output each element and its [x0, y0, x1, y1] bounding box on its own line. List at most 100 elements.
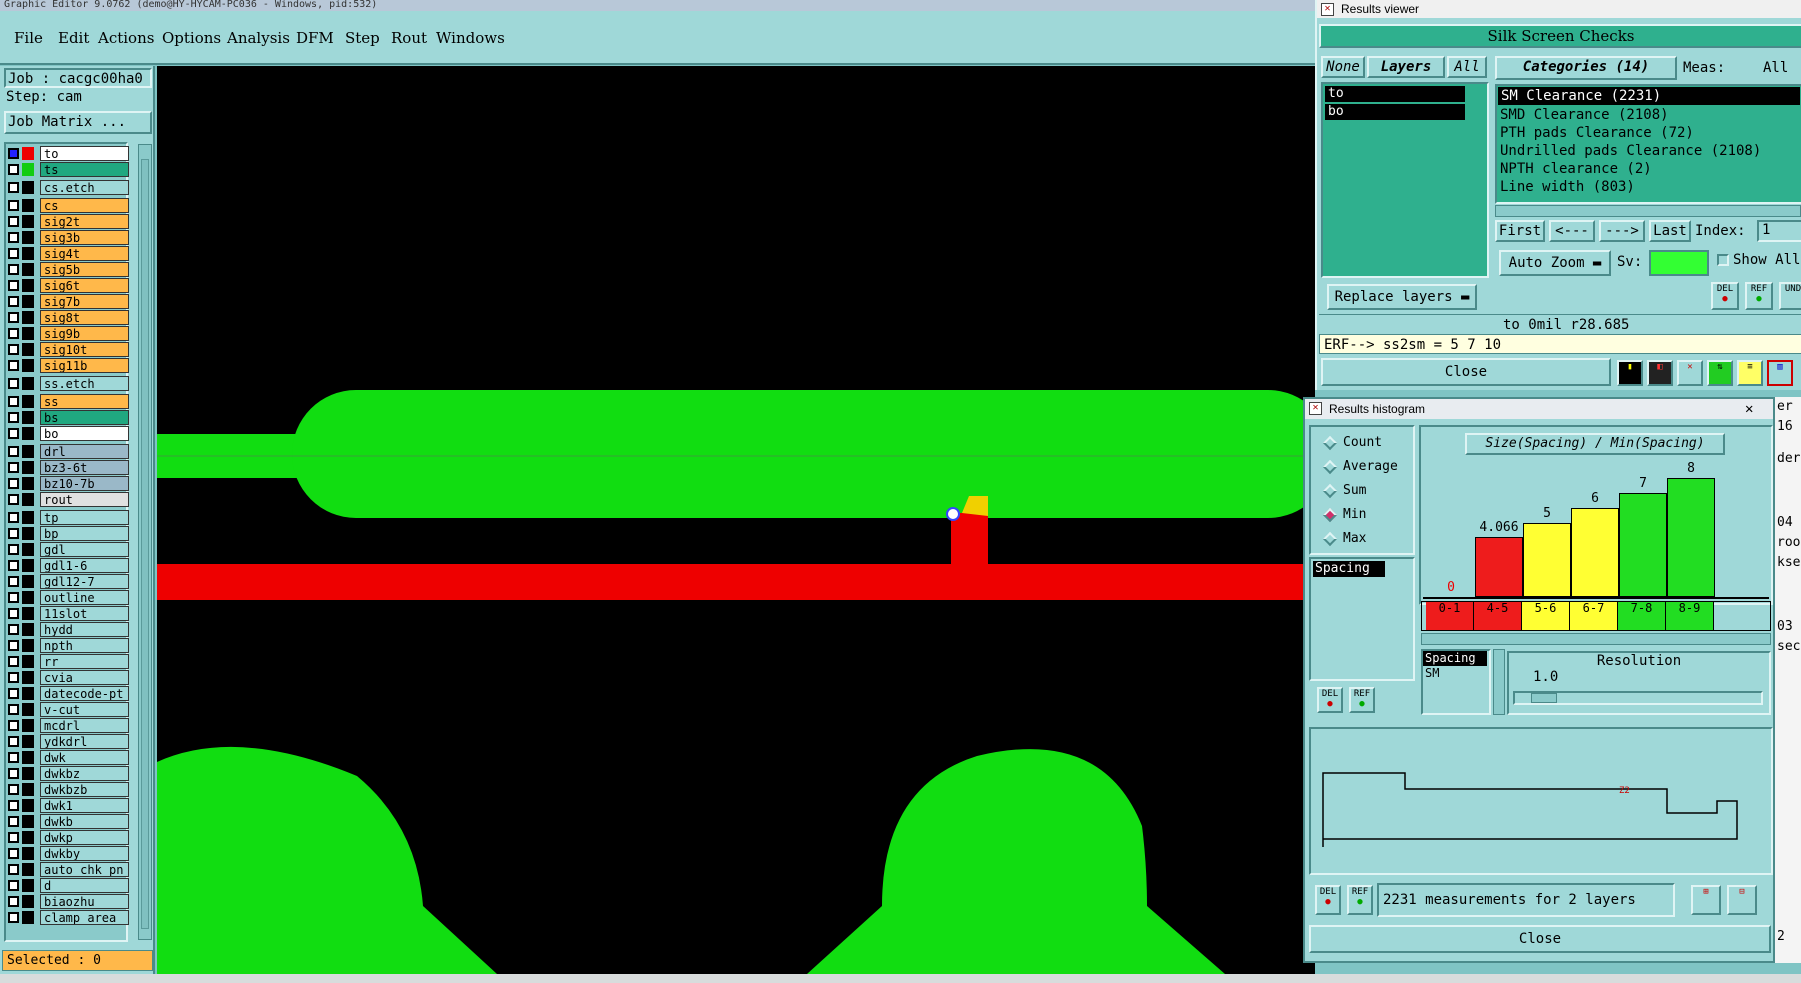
selection-spacing[interactable]: Spacing — [1423, 651, 1487, 666]
layer-name[interactable]: gdl1-6 — [40, 558, 129, 573]
category-item[interactable]: Undrilled pads Clearance (2108) — [1497, 142, 1801, 160]
layer-row-bo[interactable]: bo — [6, 426, 129, 441]
layer-color-swatch[interactable] — [22, 359, 34, 372]
histogram-close-button[interactable]: Close — [1309, 925, 1771, 953]
menu-step[interactable]: Step — [345, 29, 380, 47]
layer-color-swatch[interactable] — [22, 511, 34, 524]
layer-row-cs[interactable]: cs — [6, 198, 129, 213]
layer-row-ydkdrl[interactable]: ydkdrl — [6, 734, 129, 749]
histogram-bar[interactable] — [1619, 493, 1667, 597]
layer-name[interactable]: mcdrl — [40, 718, 129, 733]
layer-checkbox[interactable] — [8, 640, 19, 651]
layer-name[interactable]: gdl12-7 — [40, 574, 129, 589]
layer-checkbox[interactable] — [8, 832, 19, 843]
layer-row-mcdrl[interactable]: mcdrl — [6, 718, 129, 733]
layer-name[interactable]: npth — [40, 638, 129, 653]
layer-results-list[interactable]: to bo — [1321, 82, 1489, 278]
layer-checkbox[interactable] — [8, 848, 19, 859]
layer-color-swatch[interactable] — [22, 591, 34, 604]
mode-sum-radio[interactable]: Sum — [1322, 481, 1366, 501]
layer-color-swatch[interactable] — [22, 327, 34, 340]
layer-color-swatch[interactable] — [22, 395, 34, 408]
layer-color-swatch[interactable] — [22, 911, 34, 924]
menu-file[interactable]: File — [14, 29, 43, 47]
layer-color-swatch[interactable] — [22, 279, 34, 292]
layer-name[interactable]: dwkp — [40, 830, 129, 845]
layer-color-swatch[interactable] — [22, 247, 34, 260]
layer-name[interactable]: bs — [40, 410, 129, 425]
selection-sm[interactable]: SM — [1423, 666, 1489, 681]
layer-name[interactable]: d — [40, 878, 129, 893]
result-layer-to[interactable]: to — [1325, 86, 1465, 102]
layer-color-swatch[interactable] — [22, 543, 34, 556]
layer-color-swatch[interactable] — [22, 199, 34, 212]
category-item[interactable]: Line width (803) — [1497, 178, 1801, 196]
layers-button[interactable]: Layers — [1367, 56, 1445, 78]
menu-rout[interactable]: Rout — [391, 29, 427, 47]
layer-checkbox[interactable] — [8, 656, 19, 667]
layer-row-sig5b[interactable]: sig5b — [6, 262, 129, 277]
layer-checkbox[interactable] — [8, 164, 19, 175]
menu-dfm[interactable]: DFM — [296, 29, 334, 47]
layer-checkbox[interactable] — [8, 592, 19, 603]
layer-color-swatch[interactable] — [22, 559, 34, 572]
layer-color-swatch[interactable] — [22, 751, 34, 764]
result-layer-bo[interactable]: bo — [1325, 104, 1465, 120]
layer-name[interactable]: drl — [40, 444, 129, 459]
layer-row-rout[interactable]: rout — [6, 492, 129, 507]
mode-average-radio[interactable]: Average — [1322, 457, 1398, 477]
del-button[interactable]: DEL ● — [1711, 282, 1739, 310]
layer-name[interactable]: sig11b — [40, 358, 129, 373]
layer-name[interactable]: rr — [40, 654, 129, 669]
hist-del-button-2[interactable]: DEL ● — [1315, 885, 1341, 915]
layer-name[interactable]: hydd — [40, 622, 129, 637]
category-item[interactable]: PTH pads Clearance (72) — [1497, 124, 1801, 142]
category-item[interactable]: NPTH clearance (2) — [1497, 160, 1801, 178]
layer-row-bz10-7b[interactable]: bz10-7b — [6, 476, 129, 491]
layer-row-dwkp[interactable]: dwkp — [6, 830, 129, 845]
layer-row-cvia[interactable]: cvia — [6, 670, 129, 685]
layer-checkbox[interactable] — [8, 768, 19, 779]
layer-name[interactable]: datecode-pt — [40, 686, 129, 701]
layer-row-outline[interactable]: outline — [6, 590, 129, 605]
layer-checkbox[interactable] — [8, 280, 19, 291]
layer-row-dwkby[interactable]: dwkby — [6, 846, 129, 861]
layer-name[interactable]: dwkbzb — [40, 782, 129, 797]
prev-button[interactable]: <--- — [1549, 220, 1595, 242]
layer-name[interactable]: auto_chk_pn — [40, 862, 129, 877]
field-spacing[interactable]: Spacing — [1313, 561, 1385, 577]
layer-row-bp[interactable]: bp — [6, 526, 129, 541]
layer-checkbox[interactable] — [8, 296, 19, 307]
layer-checkbox[interactable] — [8, 512, 19, 523]
bin-scrollbar[interactable] — [1421, 633, 1771, 645]
histogram-bar[interactable] — [1475, 537, 1523, 597]
ref-button[interactable]: REF ● — [1745, 282, 1773, 310]
menu-edit[interactable]: Edit — [58, 29, 89, 47]
zoom-out-icon[interactable]: ⊟ — [1727, 885, 1757, 915]
layer-color-swatch[interactable] — [22, 231, 34, 244]
layer-name[interactable]: ss.etch — [40, 376, 129, 391]
layer-row-dwk[interactable]: dwk — [6, 750, 129, 765]
layer-checkbox[interactable] — [8, 816, 19, 827]
layer-name[interactable]: ss — [40, 394, 129, 409]
categories-header[interactable]: Categories (14) — [1495, 56, 1677, 80]
field-list[interactable]: Spacing — [1309, 557, 1415, 681]
layer-name[interactable]: dwk1 — [40, 798, 129, 813]
tool-icon-5[interactable]: ≡ — [1737, 360, 1763, 386]
layer-color-swatch[interactable] — [22, 445, 34, 458]
resolution-slider[interactable] — [1513, 691, 1763, 705]
layer-name[interactable]: tp — [40, 510, 129, 525]
layer-color-swatch[interactable] — [22, 295, 34, 308]
layer-checkbox[interactable] — [8, 428, 19, 439]
layer-row-sig11b[interactable]: sig11b — [6, 358, 129, 373]
all-button[interactable]: All — [1447, 56, 1487, 78]
layer-checkbox[interactable] — [8, 704, 19, 715]
layer-row-sig10t[interactable]: sig10t — [6, 342, 129, 357]
category-item[interactable]: SMD Clearance (2108) — [1497, 106, 1801, 124]
layer-name[interactable]: sig7b — [40, 294, 129, 309]
layer-checkbox[interactable] — [8, 672, 19, 683]
layer-row-tp[interactable]: tp — [6, 510, 129, 525]
layer-row-auto-chk-pn[interactable]: auto_chk_pn — [6, 862, 129, 877]
layer-checkbox[interactable] — [8, 360, 19, 371]
menu-analysis[interactable]: Analysis — [227, 29, 290, 47]
